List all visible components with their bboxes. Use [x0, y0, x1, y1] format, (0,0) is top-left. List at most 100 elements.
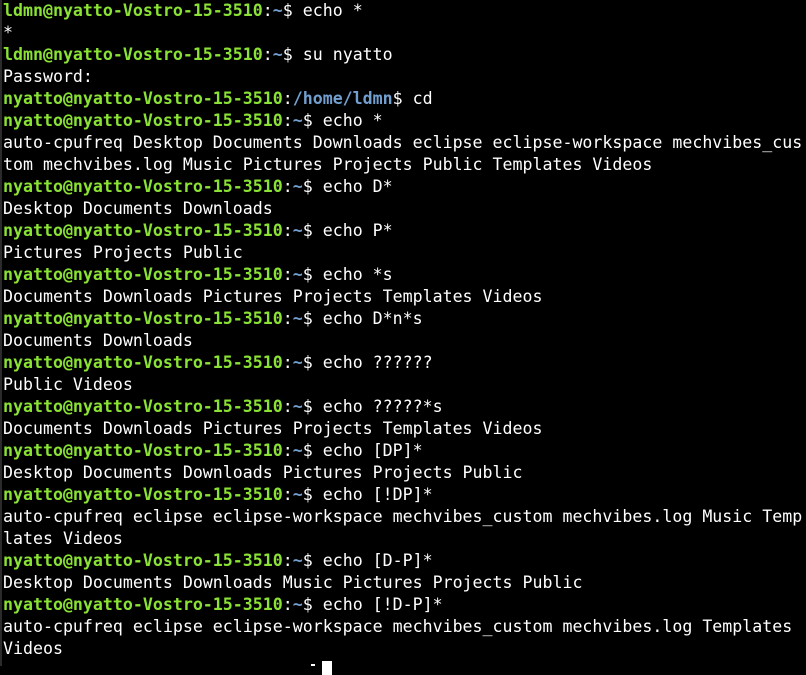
prompt-line: nyatto@nyatto-Vostro-15-3510:~$ echo [D-…	[3, 550, 806, 572]
output-line: Documents Downloads Pictures Projects Te…	[3, 418, 806, 440]
prompt-dollar: $	[302, 309, 313, 328]
prompt-colon: :	[282, 89, 293, 108]
prompt-line: nyatto@nyatto-Vostro-15-3510:~$ echo D*n…	[3, 308, 806, 330]
prompt-dollar: $	[302, 353, 313, 372]
output-text: auto-cpufreq Desktop Documents Downloads…	[3, 133, 803, 152]
prompt-dollar: $	[302, 265, 313, 284]
command-text: echo [D-P]*	[312, 551, 433, 570]
prompt-dollar: $	[302, 485, 313, 504]
prompt-colon: :	[282, 353, 293, 372]
prompt-line: ldmn@nyatto-Vostro-15-3510:~$ echo *	[3, 0, 806, 22]
prompt-line: nyatto@nyatto-Vostro-15-3510:~$ echo *s	[3, 264, 806, 286]
prompt-path: ~	[292, 441, 303, 460]
prompt-line: nyatto@nyatto-Vostro-15-3510:~$ echo ???…	[3, 352, 806, 374]
prompt-dollar: $	[302, 595, 313, 614]
command-text: su nyatto	[292, 45, 393, 64]
prompt-path: ~	[272, 1, 283, 20]
output-line: auto-cpufreq eclipse eclipse-workspace m…	[3, 616, 806, 638]
prompt-user-host: ldmn@nyatto-Vostro-15-3510	[3, 1, 263, 20]
output-text: Password:	[3, 67, 93, 86]
command-text: echo ?????*s	[312, 397, 443, 416]
prompt-path: ~	[292, 397, 303, 416]
output-text: tom mechvibes.log Music Pictures Project…	[3, 155, 653, 174]
output-text: *	[3, 23, 13, 42]
output-line: Desktop Documents Downloads Music Pictur…	[3, 572, 806, 594]
prompt-dollar: $	[282, 45, 293, 64]
prompt-colon: :	[282, 265, 293, 284]
prompt-line: nyatto@nyatto-Vostro-15-3510:~$ echo ???…	[3, 396, 806, 418]
prompt-line: nyatto@nyatto-Vostro-15-3510:~$ echo D*	[3, 176, 806, 198]
output-text: Public Videos	[3, 375, 133, 394]
prompt-path: ~	[292, 551, 303, 570]
prompt-user-host: ldmn@nyatto-Vostro-15-3510	[3, 45, 263, 64]
prompt-colon: :	[282, 595, 293, 614]
output-text: auto-cpufreq eclipse eclipse-workspace m…	[3, 507, 803, 526]
output-text: auto-cpufreq eclipse eclipse-workspace m…	[3, 617, 793, 636]
prompt-path: ~	[272, 45, 283, 64]
output-line: Password:	[3, 66, 806, 88]
text-cursor	[322, 661, 332, 675]
output-text: Desktop Documents Downloads	[3, 199, 273, 218]
output-text: Documents Downloads Pictures Projects Te…	[3, 419, 543, 438]
command-text: echo [DP]*	[312, 441, 423, 460]
output-text: Documents Downloads Pictures Projects Te…	[3, 287, 543, 306]
output-line: Desktop Documents Downloads Pictures Pro…	[3, 462, 806, 484]
prompt-user-host: nyatto@nyatto-Vostro-15-3510	[3, 111, 283, 130]
output-text: Documents Downloads	[3, 331, 193, 350]
command-text: echo ??????	[312, 353, 433, 372]
prompt-user-host: nyatto@nyatto-Vostro-15-3510	[3, 265, 283, 284]
prompt-line: nyatto@nyatto-Vostro-15-3510:~$ echo [!D…	[3, 484, 806, 506]
command-text: cd	[402, 89, 433, 108]
output-line: lates Videos	[3, 528, 806, 550]
prompt-colon: :	[282, 397, 293, 416]
prompt-dollar: $	[282, 1, 293, 20]
output-text: lates Videos	[3, 529, 123, 548]
prompt-dollar: $	[302, 441, 313, 460]
prompt-path: ~	[292, 485, 303, 504]
prompt-path: ~	[292, 595, 303, 614]
output-line: Desktop Documents Downloads	[3, 198, 806, 220]
terminal-cursor-row	[0, 656, 806, 675]
command-text: echo D*n*s	[312, 309, 423, 328]
command-text: echo *	[292, 1, 363, 20]
prompt-path: ~	[292, 111, 303, 130]
prompt-line: nyatto@nyatto-Vostro-15-3510:~$ echo *	[3, 110, 806, 132]
prompt-line: ldmn@nyatto-Vostro-15-3510:~$ su nyatto	[3, 44, 806, 66]
prompt-path: ~	[292, 265, 303, 284]
output-line: auto-cpufreq Desktop Documents Downloads…	[3, 132, 806, 154]
prompt-user-host: nyatto@nyatto-Vostro-15-3510	[3, 485, 283, 504]
prompt-user-host: nyatto@nyatto-Vostro-15-3510	[3, 441, 283, 460]
prompt-colon: :	[282, 441, 293, 460]
terminal-window[interactable]: ldmn@nyatto-Vostro-15-3510:~$ echo * * ldm…	[0, 0, 806, 666]
prompt-colon: :	[282, 551, 293, 570]
output-line: *	[3, 22, 806, 44]
output-line: auto-cpufreq eclipse eclipse-workspace m…	[3, 506, 806, 528]
command-text: echo [!DP]*	[312, 485, 433, 504]
prompt-path: ~	[292, 309, 303, 328]
output-line: Documents Downloads Pictures Projects Te…	[3, 286, 806, 308]
command-text: echo *s	[312, 265, 393, 284]
prompt-line: nyatto@nyatto-Vostro-15-3510:~$ echo P*	[3, 220, 806, 242]
output-line: Documents Downloads	[3, 330, 806, 352]
prompt-user-host: nyatto@nyatto-Vostro-15-3510	[3, 353, 283, 372]
prompt-colon: :	[282, 177, 293, 196]
prompt-user-host: nyatto@nyatto-Vostro-15-3510	[3, 221, 283, 240]
output-text: Desktop Documents Downloads Pictures Pro…	[3, 463, 523, 482]
prompt-dollar: $	[302, 177, 313, 196]
prompt-dollar: $	[302, 221, 313, 240]
command-text: echo P*	[312, 221, 393, 240]
prompt-colon: :	[282, 111, 293, 130]
prompt-path: ~	[292, 221, 303, 240]
output-text: Pictures Projects Public	[3, 243, 243, 262]
prompt-colon: :	[282, 485, 293, 504]
prompt-user-host: nyatto@nyatto-Vostro-15-3510	[3, 309, 283, 328]
prompt-colon: :	[262, 45, 273, 64]
output-text: Desktop Documents Downloads Music Pictur…	[3, 573, 583, 592]
prompt-dollar: $	[302, 111, 313, 130]
output-line: Public Videos	[3, 374, 806, 396]
prompt-dollar: $	[392, 89, 403, 108]
command-text: echo [!D-P]*	[312, 595, 443, 614]
command-text: echo *	[312, 111, 383, 130]
prompt-path: /home/ldmn	[292, 89, 393, 108]
prompt-user-host: nyatto@nyatto-Vostro-15-3510	[3, 177, 283, 196]
